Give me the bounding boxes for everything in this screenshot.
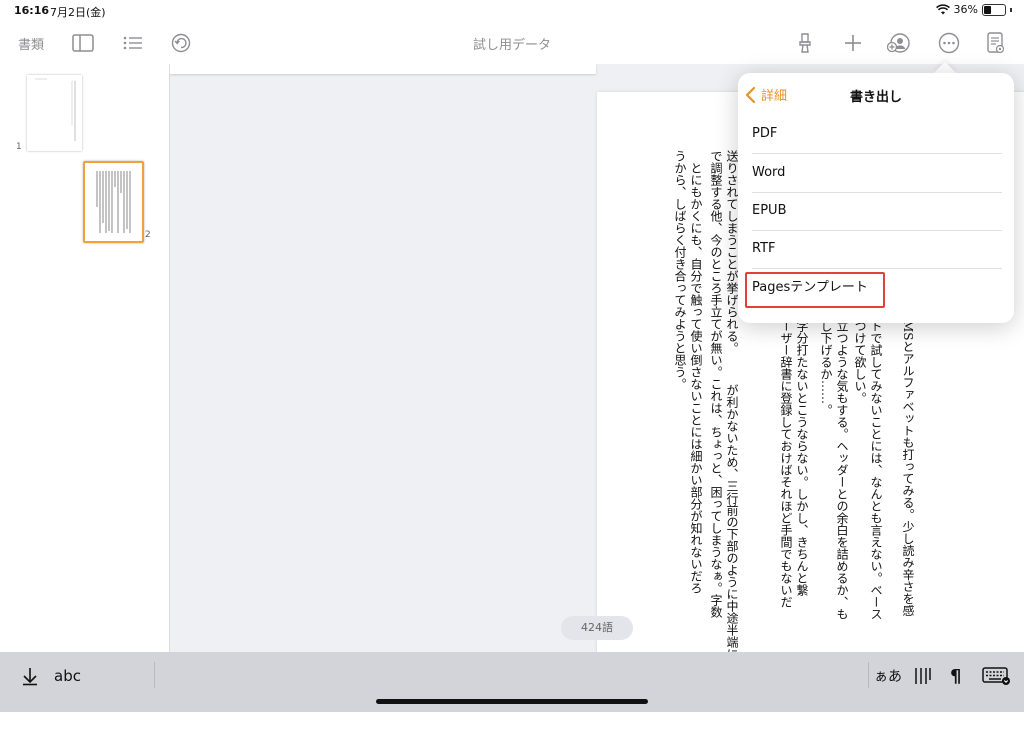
chevron-left-icon [745,86,756,103]
document-view-icon [987,32,1005,54]
page-number-1: 1 [16,142,22,152]
export-pdf-item[interactable]: PDF [752,115,1002,154]
page-thumbnail-1[interactable] [27,75,82,151]
battery-icon [982,3,1006,16]
column-layout-button[interactable] [912,664,932,688]
more-button[interactable] [937,31,961,55]
keyboard-button[interactable] [982,664,1012,688]
document-title: 試し用データ [472,38,551,53]
status-right: 36% [935,3,1012,16]
abc-label: abc [54,667,81,685]
status-bar: 16:16 7月2日(金) 36% [0,0,1024,22]
battery-cap [1010,7,1012,12]
status-time: 16:16 [14,4,50,17]
page-number-2: 2 [145,230,151,240]
home-indicator[interactable] [376,699,648,704]
plus-icon [845,35,861,51]
kana-label: ぁあ [874,669,902,685]
dismiss-keyboard-button[interactable] [20,664,40,688]
previous-page-edge [170,64,596,74]
bar-divider [154,662,155,688]
highlight-annotation [745,272,885,308]
text-column[interactable]: で調整する他、今のところ手立てが無い。これは、ちょっと、困ってしまうなぁ。字数 [708,150,724,618]
export-rtf-item[interactable]: RTF [752,230,1002,269]
collaborate-button[interactable] [886,31,912,55]
arrow-down-icon [23,668,37,686]
keyboard-icon [982,667,1010,685]
toolbar: 書類 試し用データ [0,22,1024,65]
kana-button[interactable]: ぁあ [874,664,902,688]
page-thumbnail-lines [96,171,131,233]
bar-divider [868,662,869,688]
text-column[interactable]: うから、しばらく付き合ってみようと思う。 [672,150,688,570]
export-word-item[interactable]: Word [752,154,1002,193]
paintbrush-icon [799,33,811,53]
wifi-icon [935,4,950,15]
back-label: 詳細 [761,89,788,104]
battery-percent: 36% [953,3,978,16]
collaborate-icon [887,33,910,53]
format-button[interactable] [794,31,816,55]
page-thumbnail-lines [35,78,76,141]
paragraph-mark-button[interactable]: ¶ [950,664,961,688]
word-count-badge[interactable]: 424語 [561,616,633,640]
status-date: 7月2日(金) [50,6,106,19]
back-button[interactable]: 詳細 [744,85,787,104]
abc-button[interactable]: abc [54,664,81,688]
page-thumbnails-sidebar: 1 2 [0,64,170,652]
more-icon [938,32,960,54]
pilcrow-icon: ¶ [950,665,962,687]
reading-view-button[interactable] [985,31,1007,55]
insert-button[interactable] [843,31,863,55]
vertical-lines-icon [915,668,931,684]
text-column[interactable]: とにもかくにも、自分で触って使い倒さないことには細かい部分が知れないだろ [688,150,704,594]
export-epub-item[interactable]: EPUB [752,192,1002,231]
page-thumbnail-2[interactable] [83,161,144,243]
